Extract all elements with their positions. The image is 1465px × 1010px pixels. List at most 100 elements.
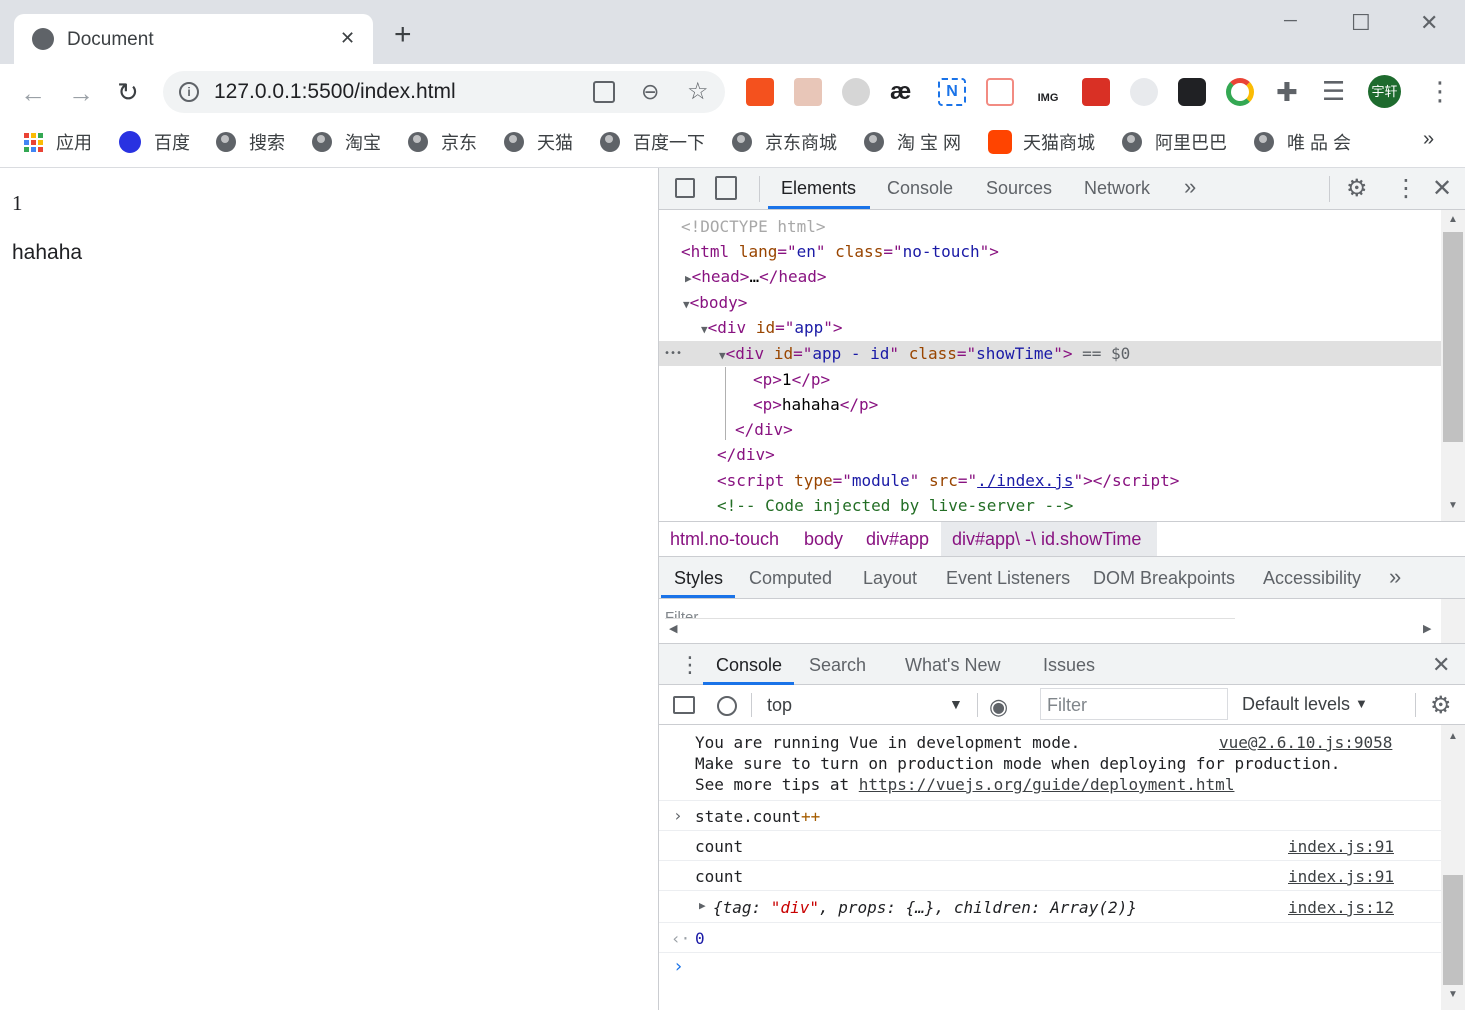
expand-arrow-icon[interactable]: ▶ <box>685 272 692 285</box>
browser-tab[interactable]: Document ✕ <box>14 14 373 64</box>
settings-gear-icon[interactable]: ⚙ <box>1346 174 1368 203</box>
log-source-link[interactable]: index.js:91 <box>1288 867 1394 886</box>
extension-cat-icon[interactable] <box>842 78 870 106</box>
selected-div-node[interactable]: ▼<div id="app - id" class="showTime"> ==… <box>719 341 1130 366</box>
tab-dom-breakpoints[interactable]: DOM Breakpoints <box>1093 568 1235 589</box>
minimize-button[interactable]: ─ <box>1284 10 1297 31</box>
console-scrollbar[interactable]: ▲ ▼ <box>1441 725 1465 1010</box>
breadcrumb-html[interactable]: html.no-touch <box>670 529 779 550</box>
browser-menu-icon[interactable]: ⋮ <box>1427 76 1453 107</box>
breadcrumb-div-showtime[interactable]: div#app\ -\ id.showTime <box>952 529 1141 550</box>
close-tab-icon[interactable]: ✕ <box>340 28 355 49</box>
close-devtools-icon[interactable]: ✕ <box>1432 174 1452 203</box>
url-text[interactable]: 127.0.0.1:5500/index.html <box>214 80 456 104</box>
elements-scrollbar[interactable]: ▲ ▼ <box>1441 210 1465 521</box>
extension-tv-icon[interactable] <box>986 78 1014 106</box>
more-style-tabs-button[interactable]: » <box>1389 564 1401 590</box>
extension-cube-icon[interactable] <box>746 78 774 106</box>
scroll-down-icon[interactable]: ▼ <box>1448 500 1458 511</box>
extension-ring-icon[interactable] <box>1226 78 1254 106</box>
scroll-up-icon[interactable]: ▲ <box>1448 214 1458 225</box>
script-src-link[interactable]: ./index.js <box>977 471 1073 490</box>
extension-img-icon[interactable]: IMG <box>1034 78 1062 106</box>
more-tabs-button[interactable]: » <box>1184 174 1196 200</box>
console-filter-input[interactable]: Filter <box>1040 688 1228 720</box>
profile-avatar[interactable]: 宇轩 <box>1368 75 1401 108</box>
device-toolbar-icon[interactable] <box>715 176 737 200</box>
object-preview[interactable]: {tag: "div", props: {…}, children: Array… <box>713 898 1137 917</box>
bookmarks-overflow-button[interactable]: » <box>1423 128 1434 151</box>
object-source-link[interactable]: index.js:12 <box>1288 898 1394 917</box>
chevron-down-icon[interactable]: ▼ <box>1355 696 1368 711</box>
styles-filter-input[interactable]: Filter <box>665 603 1235 619</box>
doctype-line[interactable]: <!DOCTYPE html> <box>681 214 826 239</box>
extension-ae-icon[interactable]: æ <box>890 78 911 106</box>
collapse-arrow-icon[interactable]: ▼ <box>719 349 726 362</box>
p-node-2[interactable]: <p>hahaha</p> <box>753 392 878 417</box>
tab-event-listeners[interactable]: Event Listeners <box>946 568 1070 589</box>
close-app-div[interactable]: </div> <box>717 442 775 467</box>
drawer-tab-console[interactable]: Console <box>716 655 782 676</box>
bookmark-baidu-search[interactable]: 百度一下 <box>600 128 705 156</box>
drawer-tab-whats-new[interactable]: What's New <box>905 655 1000 676</box>
maximize-button[interactable]: ☐ <box>1351 10 1371 36</box>
bookmark-taobao[interactable]: 淘宝 <box>312 128 381 156</box>
scrollbar-thumb[interactable] <box>1443 232 1463 442</box>
extension-gear-icon[interactable] <box>1130 78 1158 106</box>
tab-network[interactable]: Network <box>1084 178 1150 199</box>
bookmark-taobao-net[interactable]: 淘 宝 网 <box>864 128 961 156</box>
extension-eyes-icon[interactable] <box>1178 78 1206 106</box>
address-bar[interactable]: i 127.0.0.1:5500/index.html ⊖ ☆ <box>163 71 725 113</box>
collapse-arrow-icon[interactable]: ▼ <box>701 323 708 336</box>
tab-sources[interactable]: Sources <box>986 178 1052 199</box>
log-levels-dropdown[interactable]: Default levels <box>1242 694 1350 715</box>
styles-scrollbar[interactable] <box>1441 599 1465 643</box>
tab-elements[interactable]: Elements <box>781 178 856 199</box>
breadcrumb-div-app[interactable]: div#app <box>866 529 929 550</box>
bookmark-search[interactable]: 搜索 <box>216 128 285 156</box>
close-window-button[interactable]: ✕ <box>1420 10 1438 36</box>
console-settings-gear-icon[interactable]: ⚙ <box>1430 691 1452 720</box>
bookmark-star-icon[interactable]: ☆ <box>687 77 709 106</box>
new-tab-button[interactable]: + <box>394 20 412 50</box>
scroll-down-icon[interactable]: ▼ <box>1448 989 1458 1000</box>
head-node[interactable]: ▶<head>…</head> <box>685 264 827 289</box>
forward-button[interactable]: → <box>68 78 94 109</box>
info-icon[interactable]: i <box>179 82 199 102</box>
scroll-up-icon[interactable]: ▲ <box>1448 731 1458 742</box>
close-drawer-icon[interactable]: ✕ <box>1432 652 1450 678</box>
bookmark-jd[interactable]: 京东 <box>408 128 477 156</box>
bookmark-vip[interactable]: 唯 品 会 <box>1254 128 1351 156</box>
console-prompt[interactable]: › <box>659 953 1441 983</box>
vue-source-link[interactable]: vue@2.6.10.js:9058 <box>1219 733 1392 752</box>
extensions-puzzle-icon[interactable]: ✚ <box>1276 77 1298 108</box>
selected-node-dots[interactable]: ••• <box>664 341 682 366</box>
drawer-menu-icon[interactable]: ⋮ <box>679 652 701 678</box>
tab-console[interactable]: Console <box>887 178 953 199</box>
tab-styles[interactable]: Styles <box>674 568 723 589</box>
bookmark-tmall-mall[interactable]: 天猫商城 <box>988 128 1095 156</box>
vue-docs-link[interactable]: https://vuejs.org/guide/deployment.html <box>859 775 1235 794</box>
scrollbar-thumb[interactable] <box>1443 875 1463 985</box>
drawer-tab-issues[interactable]: Issues <box>1043 655 1095 676</box>
app-div-node[interactable]: ▼<div id="app"> <box>701 315 843 340</box>
breadcrumb-body[interactable]: body <box>804 529 843 550</box>
comment-node[interactable]: <!-- Code injected by live-server --> <box>717 493 1073 518</box>
bookmark-baidu[interactable]: 百度 <box>119 128 190 156</box>
scroll-left-icon[interactable]: ◀ <box>669 622 677 635</box>
back-button[interactable]: ← <box>20 78 46 109</box>
log-source-link[interactable]: index.js:91 <box>1288 837 1394 856</box>
bookmark-jd-mall[interactable]: 京东商城 <box>732 128 837 156</box>
translate-icon[interactable] <box>593 81 615 103</box>
body-node[interactable]: ▼<body> <box>683 290 747 315</box>
collapse-arrow-icon[interactable]: ▼ <box>683 298 690 311</box>
tab-layout[interactable]: Layout <box>863 568 917 589</box>
extension-pdf-icon[interactable] <box>1082 78 1110 106</box>
bookmark-apps[interactable]: 应用 <box>24 128 92 156</box>
reload-button[interactable]: ↻ <box>117 77 139 108</box>
devtools-menu-icon[interactable]: ⋮ <box>1394 174 1418 203</box>
scroll-right-icon[interactable]: ▶ <box>1423 622 1431 635</box>
html-node[interactable]: <html lang="en" class="no-touch"> <box>681 239 999 264</box>
close-inner-div[interactable]: </div> <box>735 417 793 442</box>
show-sidebar-icon[interactable] <box>673 696 695 714</box>
